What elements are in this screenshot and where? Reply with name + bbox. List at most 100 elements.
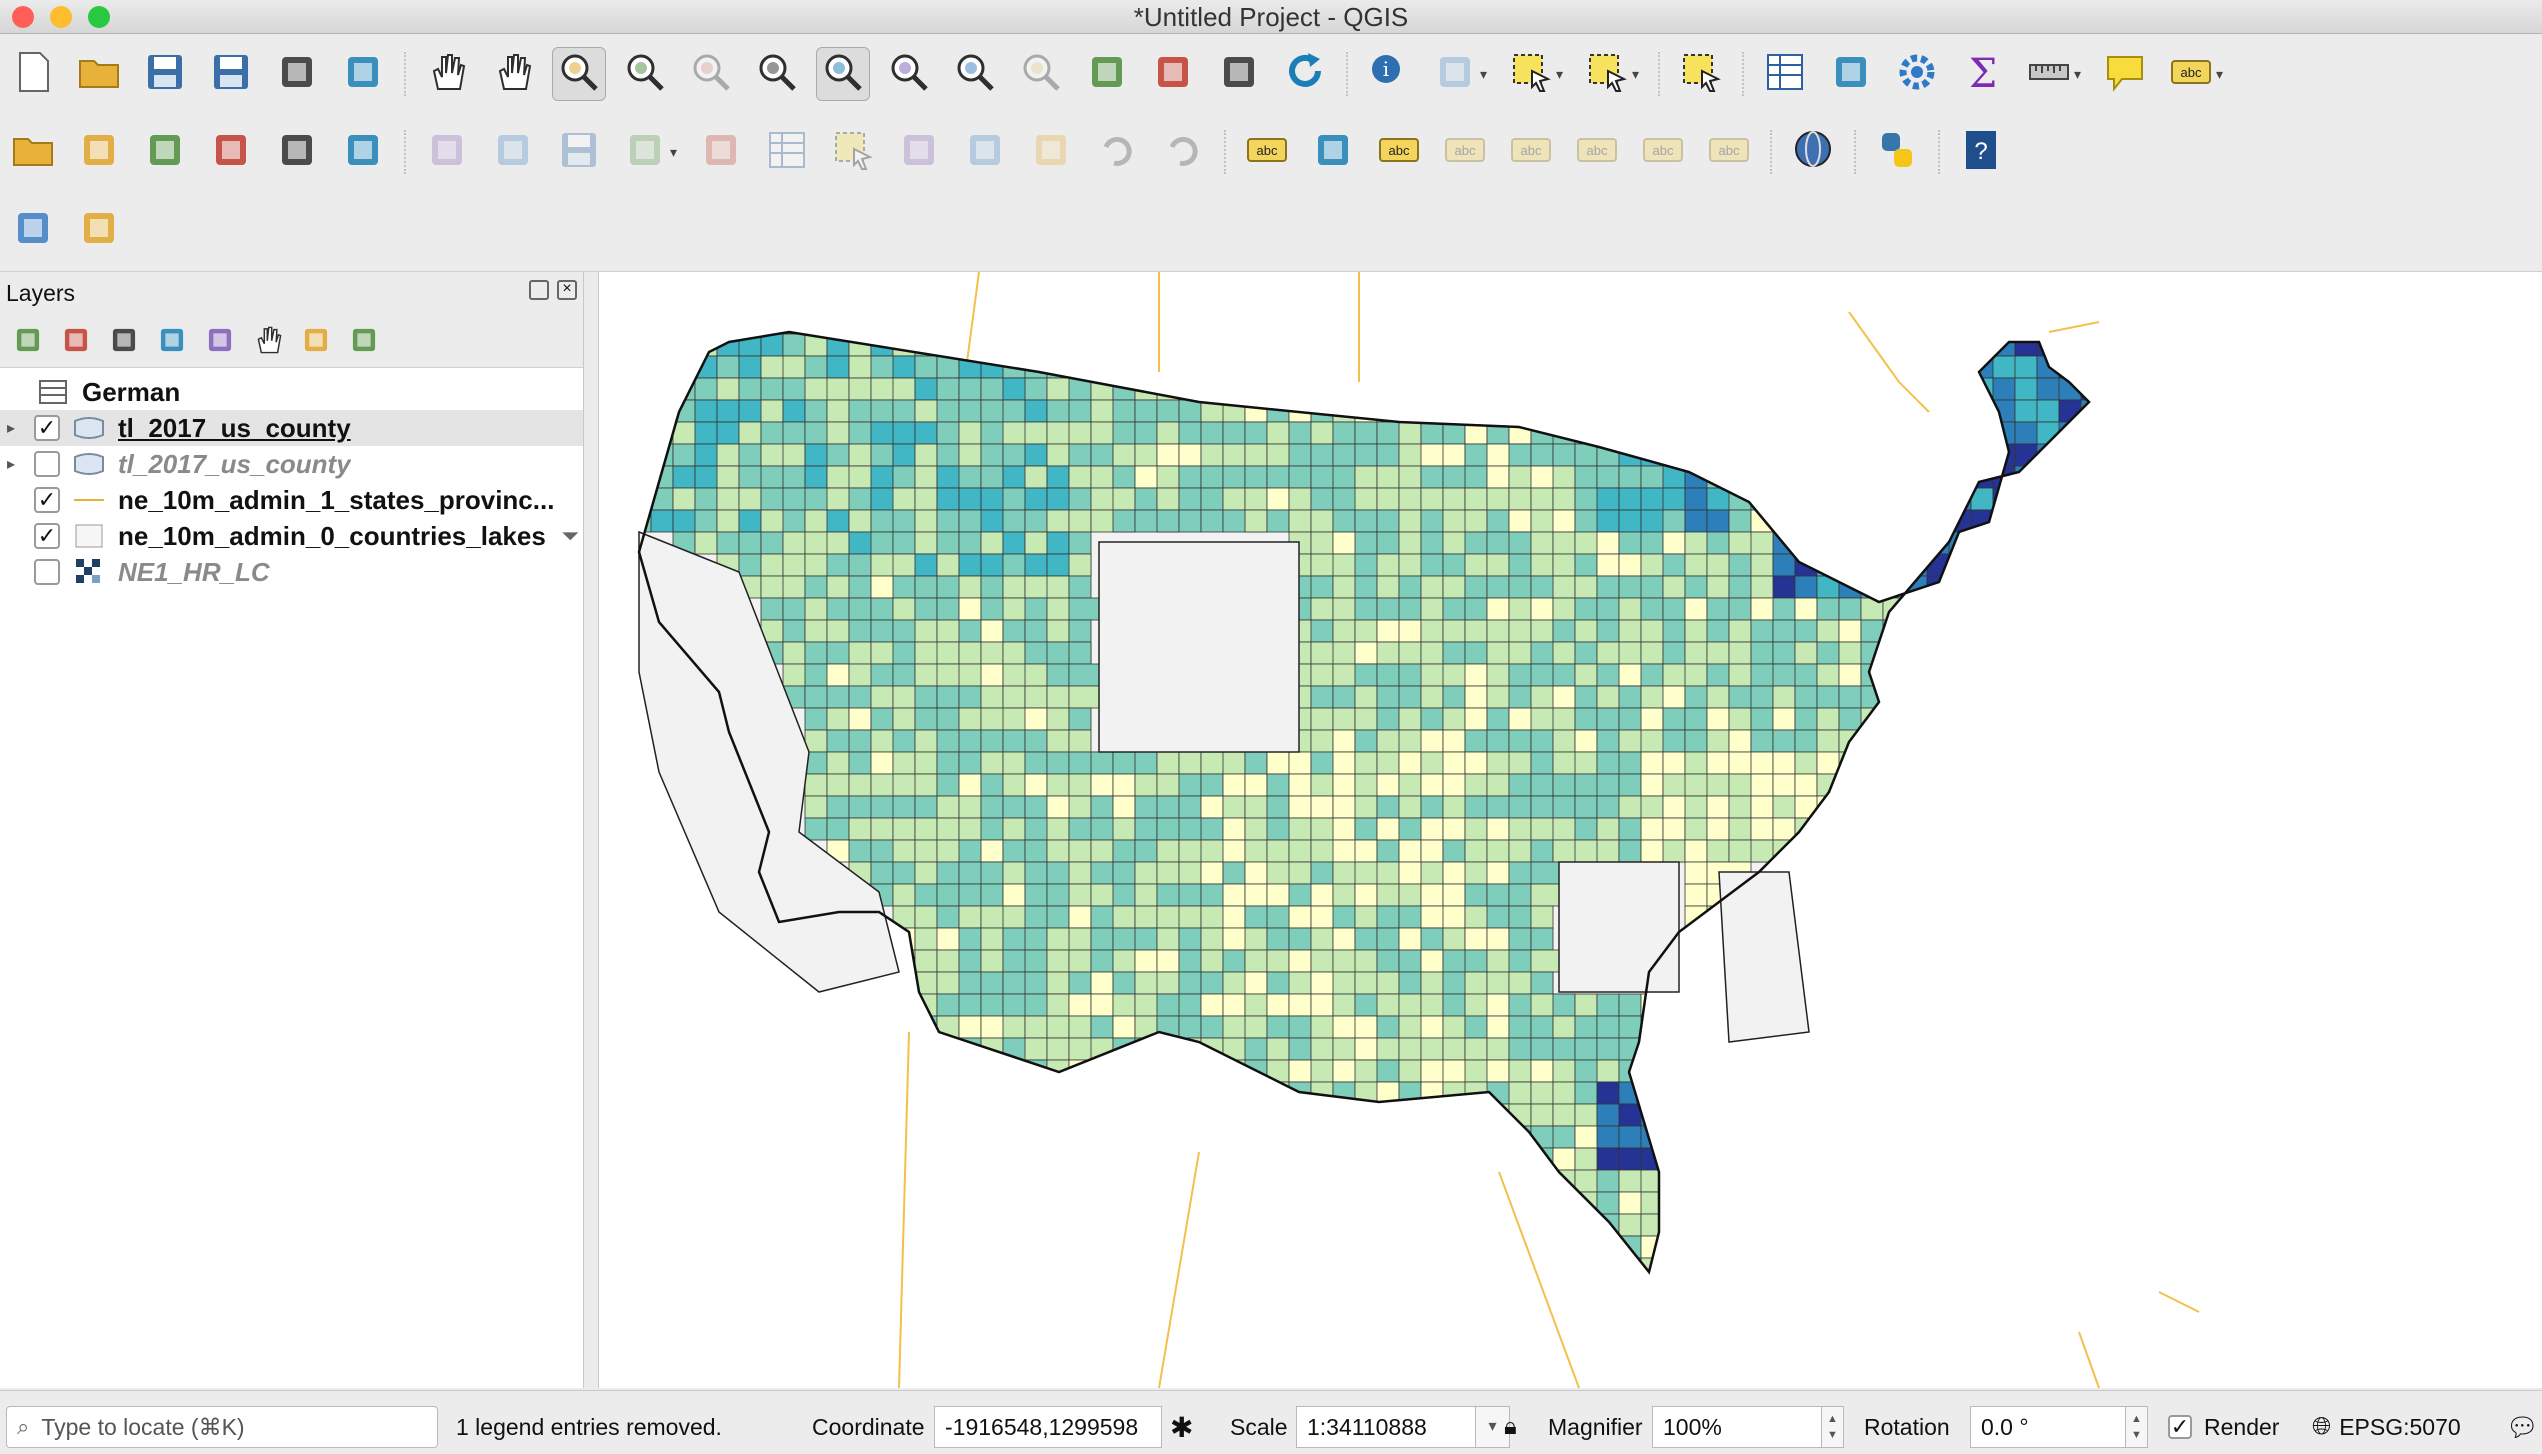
rotation-stepper[interactable]: ▲ ▼	[2126, 1406, 2148, 1448]
delete-selected-button[interactable]	[826, 125, 880, 179]
vertex-tool-button[interactable]	[694, 125, 748, 179]
magnifier-stepper[interactable]: ▲ ▼	[1822, 1406, 1844, 1448]
map-tips-button[interactable]	[2098, 47, 2152, 101]
toggle-editing-button[interactable]	[420, 125, 474, 179]
expand-arrow-icon[interactable]: ▸	[0, 418, 22, 438]
collapse-all-icon[interactable]	[296, 320, 336, 360]
new-temp-layer-button[interactable]	[270, 125, 324, 179]
pan-button[interactable]	[420, 47, 474, 101]
zoom-to-selection-button[interactable]	[816, 47, 870, 101]
diagram-tool-button[interactable]	[1306, 125, 1360, 179]
open-project-button[interactable]	[72, 47, 126, 101]
change-label-button[interactable]: abc	[1702, 125, 1756, 179]
save-edits-button[interactable]	[552, 125, 606, 179]
new-virtual-layer-button[interactable]	[336, 125, 390, 179]
new-project-button[interactable]	[6, 47, 60, 101]
layer-visibility-checkbox[interactable]	[34, 559, 60, 585]
chevron-down-icon[interactable]: ▾	[2074, 66, 2088, 83]
statistics-button[interactable]: Σ	[1956, 47, 2010, 101]
zoom-out-button[interactable]	[618, 47, 672, 101]
redo-button[interactable]	[1156, 125, 1210, 179]
zoom-native-button[interactable]	[684, 47, 738, 101]
rotation-field[interactable]: 0.0 °	[1970, 1406, 2126, 1448]
new-geopackage-button[interactable]	[72, 125, 126, 179]
lock-scale-icon[interactable]: 🔒︎	[1504, 1405, 1517, 1449]
label-tool-button[interactable]: abc	[1240, 125, 1294, 179]
help-button[interactable]: ?	[1954, 125, 2008, 179]
messages-icon[interactable]: 💬︎	[2506, 1405, 2539, 1449]
map-canvas[interactable]	[598, 272, 2542, 1388]
scale-field[interactable]: 1:34110888	[1296, 1406, 1476, 1448]
cut-features-button[interactable]	[892, 125, 946, 179]
style-icon[interactable]	[8, 320, 48, 360]
toolbox-button[interactable]	[1890, 47, 1944, 101]
globe-button[interactable]	[1786, 125, 1840, 179]
paste-features-button[interactable]	[1024, 125, 1078, 179]
layer-item[interactable]: ▸ ✓ tl_2017_us_county	[0, 410, 583, 446]
zoom-in-button[interactable]	[552, 47, 606, 101]
visibility-icon[interactable]	[104, 320, 144, 360]
layer-visibility-checkbox[interactable]: ✓	[34, 487, 60, 513]
layer-item[interactable]: NE1_HR_LC	[0, 554, 583, 590]
add-group-icon[interactable]	[56, 320, 96, 360]
modify-attributes-button[interactable]	[760, 125, 814, 179]
save-project-button[interactable]	[138, 47, 192, 101]
style-manager-button[interactable]	[336, 47, 390, 101]
layer-item[interactable]: ✓ ne_10m_admin_0_countries_lakes ⏷	[0, 518, 583, 554]
expand-all-icon[interactable]	[248, 320, 288, 360]
undo-button[interactable]	[1090, 125, 1144, 179]
remove-layer-icon[interactable]	[344, 320, 384, 360]
layer-item[interactable]: German	[0, 374, 583, 410]
toggle-extents-icon[interactable]: ✱	[1170, 1405, 1193, 1449]
filter-legend-icon[interactable]	[152, 320, 192, 360]
pan-to-selection-button[interactable]	[486, 47, 540, 101]
text-annotation-button[interactable]: abc	[2164, 47, 2218, 101]
layer-visibility-checkbox[interactable]: ✓	[34, 415, 60, 441]
zoom-to-layer-button[interactable]	[882, 47, 936, 101]
chevron-down-icon[interactable]: ▾	[2216, 66, 2230, 83]
select-by-value-button[interactable]	[1580, 47, 1634, 101]
new-bookmark-button[interactable]	[1080, 47, 1134, 101]
new-shapefile-button[interactable]	[138, 125, 192, 179]
digitize-button[interactable]	[204, 125, 258, 179]
move-label-button[interactable]: abc	[1570, 125, 1624, 179]
float-panel-icon[interactable]	[529, 280, 549, 300]
chevron-down-icon[interactable]: ▾	[1480, 66, 1494, 83]
print-layout-button[interactable]	[270, 47, 324, 101]
field-calculator-button[interactable]	[1824, 47, 1878, 101]
python-button[interactable]	[1870, 125, 1924, 179]
current-edits-button[interactable]	[486, 125, 540, 179]
measure-button[interactable]	[2022, 47, 2076, 101]
attribute-table-button[interactable]	[1758, 47, 1812, 101]
layer-item[interactable]: ✓ ne_10m_admin_1_states_provinc...	[0, 482, 583, 518]
chevron-down-icon[interactable]: ▾	[1556, 66, 1570, 83]
spatial-bookmark-button[interactable]	[1212, 47, 1266, 101]
select-features-button[interactable]	[1504, 47, 1558, 101]
plugin-button[interactable]	[72, 203, 126, 257]
close-panel-icon[interactable]: ×	[557, 280, 577, 300]
zoom-next-button[interactable]	[1014, 47, 1068, 101]
run-action-button[interactable]	[1428, 47, 1482, 101]
identify-button[interactable]: i	[1362, 47, 1416, 101]
magnifier-field[interactable]: 100%	[1652, 1406, 1822, 1448]
deselect-button[interactable]	[1674, 47, 1728, 101]
show-bookmarks-button[interactable]	[1146, 47, 1200, 101]
expression-filter-icon[interactable]	[200, 320, 240, 360]
locator-search-input[interactable]: ⌕ Type to locate (⌘K)	[6, 1406, 438, 1448]
coordinate-field[interactable]: -1916548,1299598	[934, 1406, 1162, 1448]
pin-labels-button[interactable]: abc	[1372, 125, 1426, 179]
crs-button[interactable]: EPSG:5070	[2339, 1414, 2460, 1441]
refresh-button[interactable]	[1278, 47, 1332, 101]
layer-visibility-checkbox[interactable]: ✓	[34, 523, 60, 549]
zoom-last-button[interactable]	[948, 47, 1002, 101]
highlight-labels-button[interactable]: abc	[1438, 125, 1492, 179]
layer-item[interactable]: ▸ tl_2017_us_county	[0, 446, 583, 482]
chevron-down-icon[interactable]: ▾	[670, 144, 684, 161]
add-feature-button[interactable]	[618, 125, 672, 179]
layer-visibility-checkbox[interactable]	[34, 451, 60, 477]
show-hide-labels-button[interactable]: abc	[1504, 125, 1558, 179]
chevron-down-icon[interactable]: ▾	[1632, 66, 1646, 83]
rotate-label-button[interactable]: abc	[1636, 125, 1690, 179]
zoom-full-button[interactable]	[750, 47, 804, 101]
locator-button[interactable]	[6, 203, 60, 257]
